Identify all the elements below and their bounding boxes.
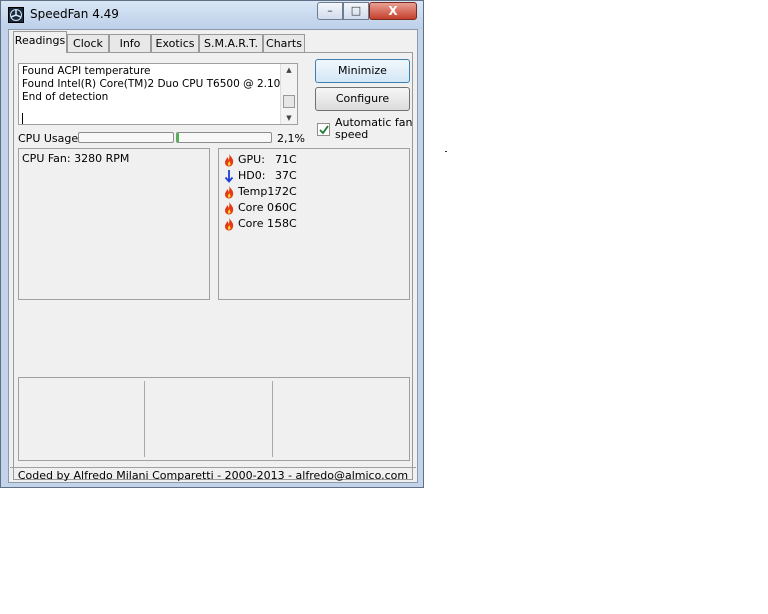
flame-icon [225, 202, 234, 215]
flame-icon [225, 218, 234, 231]
fan-name: CPU Fan: [22, 152, 71, 165]
log-line: End of detection [22, 91, 109, 103]
window-minimize-button[interactable]: – [317, 2, 343, 20]
temperature-value: 60C [275, 201, 297, 214]
speedfan-app-icon [8, 7, 24, 23]
fan-speeds-panel: CPU Fan: 3280 RPM [18, 148, 210, 300]
column-divider [272, 381, 273, 457]
temperature-name: Core 1: [238, 217, 278, 230]
temperature-name: Temp1: [238, 185, 279, 198]
log-line: Found ACPI temperature [22, 65, 151, 77]
tab-info[interactable]: Info [109, 34, 151, 52]
cpu-core-1-usage-fill [177, 133, 179, 142]
log-line: Found Intel(R) Core(TM)2 Duo CPU T6500 @… [22, 78, 298, 90]
temperature-name: Core 0: [238, 201, 278, 214]
temperatures-panel: GPU: 71C HD0: 37C Temp1: 72C Core 0: 60C… [218, 148, 410, 300]
scroll-thumb[interactable] [283, 95, 295, 108]
cpu-core-1-usage-bar [176, 132, 272, 143]
scroll-up-arrow-icon[interactable]: ▲ [281, 64, 297, 76]
automatic-fan-speed-checkbox[interactable] [317, 123, 330, 136]
automatic-fan-speed-label: Automatic fan speed [335, 116, 413, 141]
cpu-core-0-usage-bar [78, 132, 174, 143]
temperature-value: 58C [275, 217, 297, 230]
flame-icon [225, 186, 234, 199]
voltages-panel [18, 377, 410, 461]
tab-readings[interactable]: Readings [13, 31, 67, 53]
window-maximize-button[interactable]: □ [343, 2, 369, 20]
cpu-usage-value: 2,1% [277, 132, 305, 145]
scroll-down-arrow-icon[interactable]: ▼ [281, 112, 297, 124]
arrow-down-icon [224, 170, 234, 183]
fan-value: 3280 RPM [74, 152, 130, 165]
window-close-button[interactable]: X [369, 2, 417, 20]
text-caret [22, 113, 23, 124]
speedfan-window: SpeedFan 4.49 – □ X Readings Clock Info … [0, 0, 424, 488]
temperature-value: 71C [275, 153, 297, 166]
temperature-value: 37C [275, 169, 297, 182]
status-bar: Coded by Alfredo Milani Comparetti - 200… [10, 467, 416, 484]
client-area: Readings Clock Info Exotics S.M.A.R.T. C… [8, 29, 418, 483]
window-title: SpeedFan 4.49 [30, 7, 119, 21]
cpu-usage-label: CPU Usage [18, 132, 79, 145]
configure-button[interactable]: Configure [315, 87, 410, 111]
temperature-value: 72C [275, 185, 297, 198]
flame-icon [225, 154, 234, 167]
title-bar[interactable]: SpeedFan 4.49 – □ X [1, 1, 423, 29]
tab-smart[interactable]: S.M.A.R.T. [199, 34, 263, 52]
log-scrollbar[interactable]: ▲ ▼ [280, 64, 297, 124]
column-divider [144, 381, 145, 457]
stray-pixel [445, 151, 447, 152]
fan-reading: CPU Fan: 3280 RPM [22, 152, 129, 165]
temperature-name: HD0: [238, 169, 266, 182]
tab-charts[interactable]: Charts [263, 34, 305, 52]
minimize-button[interactable]: Minimize [315, 59, 410, 83]
detection-log[interactable]: Found ACPI temperature Found Intel(R) Co… [18, 63, 298, 125]
temperature-name: GPU: [238, 153, 265, 166]
tab-exotics[interactable]: Exotics [151, 34, 199, 52]
tab-clock[interactable]: Clock [67, 34, 109, 52]
checkmark-icon [319, 125, 329, 135]
